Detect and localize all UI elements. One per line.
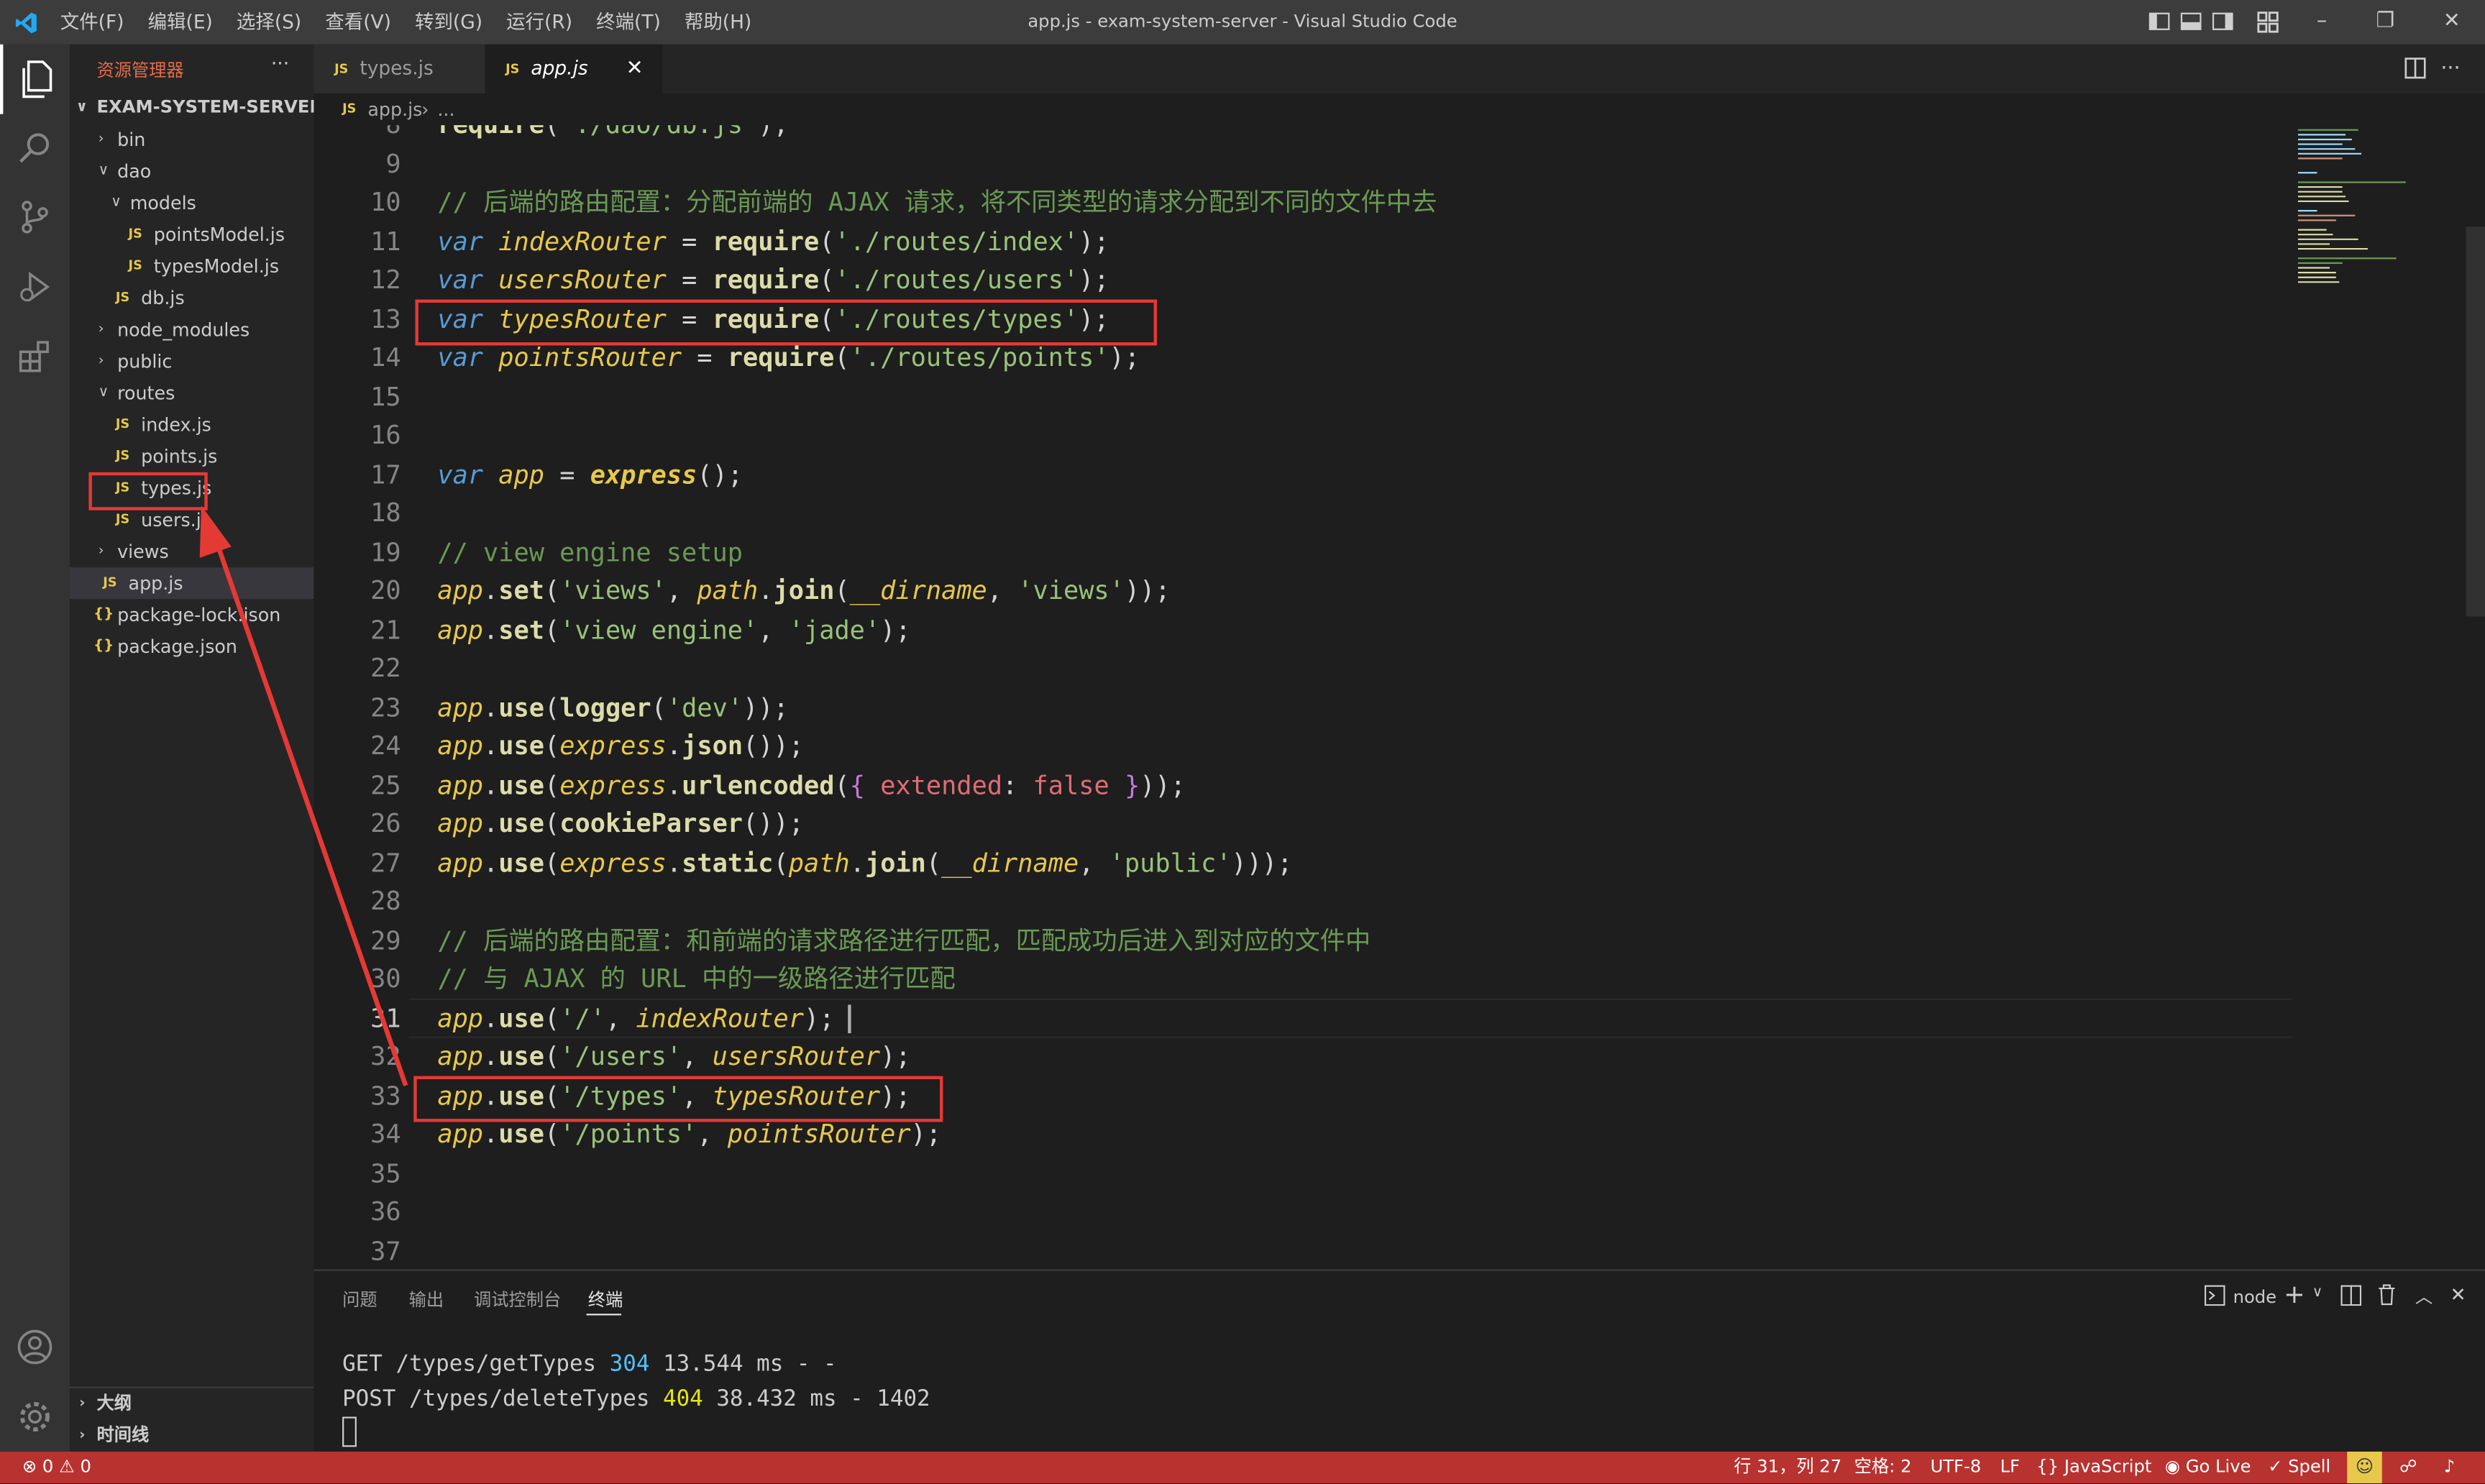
- terminal-icon: [2204, 1285, 2225, 1306]
- highlight-box-types-file: [88, 472, 208, 510]
- terminal-line: GET /types/getTypes 304 13.544 ms - -: [342, 1352, 837, 1378]
- indentation[interactable]: 空格: 2: [1854, 1452, 1912, 1483]
- annotation-arrow: [199, 505, 408, 1086]
- check-icon: ✓: [2268, 1456, 2283, 1478]
- terminal-line: POST /types/deleteTypes 404 38.432 ms - …: [342, 1386, 930, 1412]
- status-bar: ⊗ 0 ⚠ 0 行 31，列 27 空格: 2 UTF-8 LF {} Java…: [0, 1451, 2485, 1484]
- maximize-panel-icon[interactable]: ︿: [2415, 1283, 2433, 1309]
- trash-icon[interactable]: [2377, 1283, 2396, 1306]
- panel-tab-2[interactable]: 调试控制台: [474, 1287, 561, 1312]
- terminal-panel: 问题 输出 调试控制台 终端 node + ∨ ︿ ✕ GET /types/getT…: [314, 1269, 2485, 1452]
- go-live-button[interactable]: ◉ Go Live: [2165, 1452, 2251, 1483]
- broadcast-icon: ◉: [2164, 1456, 2180, 1478]
- cursor-position[interactable]: 行 31，列 27: [1734, 1452, 1841, 1483]
- terminal-shell-label[interactable]: node: [2233, 1287, 2277, 1308]
- error-icon: ⊗: [22, 1456, 37, 1478]
- warning-icon: ⚠: [59, 1456, 75, 1478]
- copilot-icon[interactable]: ☺: [2347, 1451, 2382, 1484]
- feedback-icon[interactable]: ☍: [2399, 1452, 2417, 1483]
- end-of-line[interactable]: LF: [2000, 1452, 2020, 1483]
- split-terminal-icon[interactable]: [2340, 1285, 2362, 1306]
- panel-tab-1[interactable]: 输出: [409, 1287, 444, 1312]
- panel-tab-0[interactable]: 问题: [342, 1287, 377, 1312]
- panel-tab-3[interactable]: 终端: [588, 1287, 623, 1312]
- active-tab-underline: [586, 1314, 622, 1316]
- problems-status[interactable]: ⊗ 0 ⚠ 0: [22, 1452, 91, 1483]
- chevron-down-icon[interactable]: ∨: [2312, 1286, 2323, 1301]
- spell-status[interactable]: ✓ Spell: [2268, 1452, 2330, 1483]
- vscode-window: 文件(F) 编辑(E) 选择(S) 查看(V) 转到(G) 运行(R) 终端(T) 帮助(H)…: [0, 0, 2485, 1484]
- encoding[interactable]: UTF-8: [1931, 1452, 1982, 1483]
- language-mode[interactable]: {} JavaScript: [2036, 1452, 2151, 1483]
- close-panel-icon[interactable]: ✕: [2450, 1283, 2466, 1306]
- new-terminal-icon[interactable]: +: [2284, 1279, 2305, 1309]
- notifications-bell-icon[interactable]: ♪: [2444, 1452, 2455, 1483]
- terminal-cursor: [342, 1416, 357, 1447]
- braces-icon: {}: [2036, 1456, 2059, 1478]
